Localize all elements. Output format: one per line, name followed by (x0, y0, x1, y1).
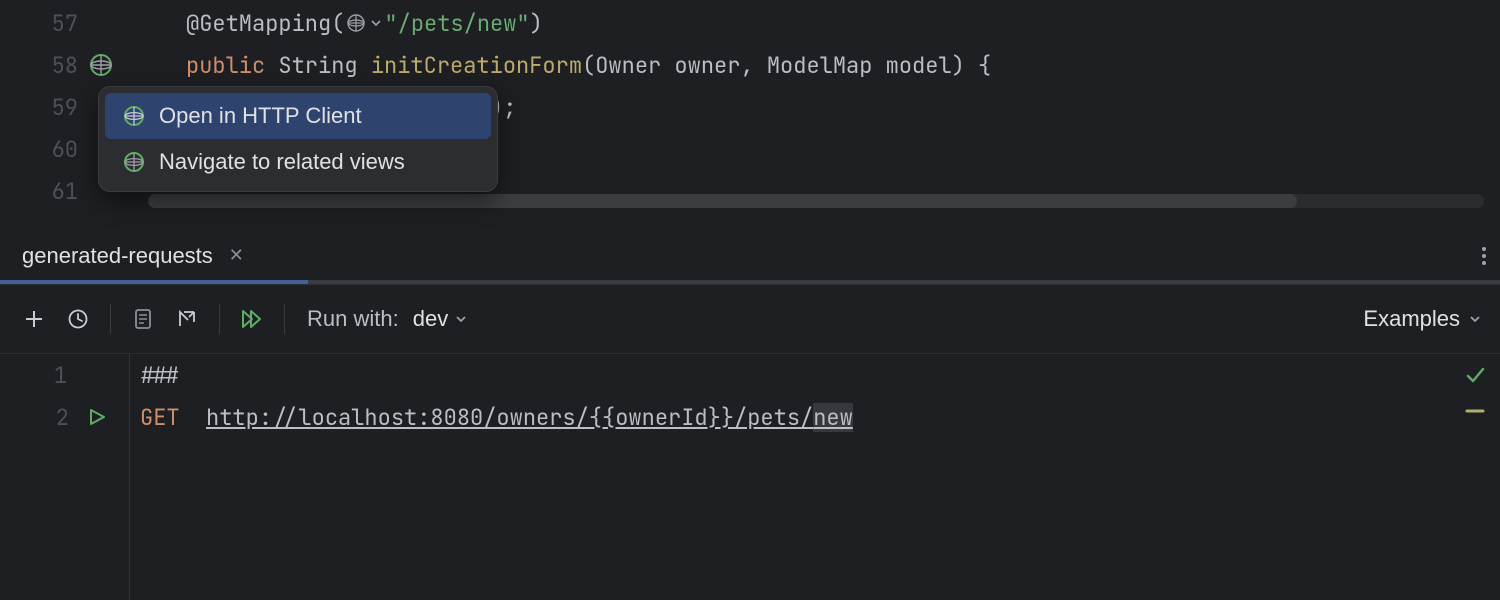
close-icon[interactable]: ✕ (229, 245, 244, 266)
scrollbar-thumb[interactable] (148, 194, 1297, 208)
paren-close: ) (530, 9, 543, 38)
line-number: 58 (38, 51, 78, 80)
line-number: 60 (38, 135, 78, 164)
annotation-at: @ (186, 9, 199, 38)
method-name: initCreationForm (371, 51, 582, 80)
history-button[interactable] (56, 297, 100, 341)
toolbar-separator (284, 304, 285, 334)
url-caret-segment: new (813, 403, 853, 432)
menu-item-label: Navigate to related views (159, 149, 405, 175)
http-url[interactable]: http://localhost:8080/owners/{{ownerId}}… (206, 403, 853, 432)
gutter-spacer (88, 10, 114, 36)
line-number: 57 (38, 9, 78, 38)
add-request-button[interactable] (12, 297, 56, 341)
tab-overflow-menu-icon[interactable] (1474, 239, 1494, 273)
editor-tab-bar: generated-requests ✕ (0, 230, 1500, 280)
gutter-row: 1 (0, 354, 129, 396)
paren-open: ( (331, 9, 344, 38)
menu-item-navigate-views[interactable]: Navigate to related views (105, 139, 491, 185)
http-method: GET (140, 403, 180, 432)
import-button[interactable] (165, 297, 209, 341)
line-number: 59 (38, 93, 78, 122)
gutter-popup-menu: Open in HTTP Client Navigate to related … (98, 86, 498, 192)
run-with-label: Run with: (307, 306, 399, 332)
param-type: Owner (595, 51, 661, 80)
param-type: ModelMap (767, 51, 873, 80)
toolbar-separator (219, 304, 220, 334)
http-gutter: 1 2 (0, 354, 130, 600)
param-name: model (872, 51, 951, 80)
comma: , (740, 51, 766, 80)
url-globe-icon[interactable] (346, 13, 366, 33)
tab-indicator (0, 280, 1500, 284)
tab-indicator-active (0, 280, 308, 284)
inspection-ok-icon[interactable] (1464, 364, 1486, 386)
examples-dropdown[interactable]: Examples (1363, 306, 1482, 332)
chevron-down-icon (1468, 312, 1482, 326)
annotation-name: GetMapping (199, 9, 331, 38)
run-gutter-icon[interactable] (87, 407, 107, 427)
sig-open: ( (582, 51, 595, 80)
param-name: owner (661, 51, 740, 80)
mapping-path-string: "/pets/new" (384, 9, 529, 38)
toolbar-separator (110, 304, 111, 334)
menu-item-label: Open in HTTP Client (159, 103, 362, 129)
http-code-area[interactable]: ### GET http://localhost:8080/owners/{{o… (130, 354, 1500, 600)
tab-label: generated-requests (22, 243, 213, 269)
horizontal-scrollbar[interactable] (148, 194, 1484, 208)
run-all-button[interactable] (230, 297, 274, 341)
sig-close: ) { (952, 51, 992, 80)
line-number: 61 (38, 177, 78, 206)
code-line[interactable]: @GetMapping( "/pets/new") (130, 2, 1500, 44)
run-with-value[interactable]: dev (413, 306, 468, 332)
code-line[interactable]: public String initCreationForm(Owner own… (130, 44, 1500, 86)
http-editor-pane: 1 2 ### GET http://localhost:8080/owners… (0, 354, 1500, 600)
examples-label: Examples (1363, 306, 1460, 332)
gutter-row: 58 (0, 44, 130, 86)
globe-icon (123, 151, 145, 173)
http-line[interactable]: ### (130, 354, 1500, 396)
tab-generated-requests[interactable]: generated-requests ✕ (12, 237, 254, 275)
scratch-file-button[interactable] (121, 297, 165, 341)
gutter-row: 57 (0, 2, 130, 44)
url-prefix: http://localhost:8080/owners/{{ownerId}}… (206, 403, 813, 432)
run-env-name: dev (413, 306, 448, 332)
run-with-selector[interactable]: Run with: dev (307, 306, 468, 332)
java-editor-pane: 57 58 59 60 61 @ (0, 0, 1500, 230)
line-number: 2 (29, 403, 69, 432)
endpoint-gutter-icon[interactable] (88, 52, 114, 78)
inspection-warning-icon[interactable] (1464, 406, 1486, 416)
keyword-public: public (186, 51, 265, 80)
chevron-down-icon (454, 312, 468, 326)
http-line[interactable]: GET http://localhost:8080/owners/{{owner… (130, 396, 1500, 438)
http-client-toolbar: Run with: dev Examples (0, 284, 1500, 354)
globe-icon (123, 105, 145, 127)
return-type: String (278, 51, 357, 80)
menu-item-open-http-client[interactable]: Open in HTTP Client (105, 93, 491, 139)
request-separator: ### (140, 361, 180, 390)
gutter-row: 2 (0, 396, 129, 438)
chevron-down-icon[interactable] (370, 17, 382, 29)
line-number: 1 (27, 361, 67, 390)
